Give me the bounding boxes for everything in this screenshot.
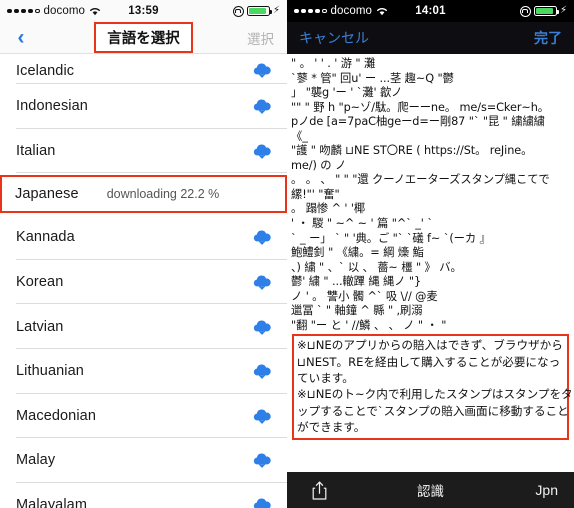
list-item[interactable]: Icelandic	[0, 54, 287, 84]
battery-icon	[246, 5, 272, 17]
ocr-line: 、) 繍 " 、` 以 、 薔~ 橿 " 》 バ。	[291, 260, 462, 274]
ocr-line: 」 "襲g 'ー ' `灘' 歙ノ	[291, 86, 403, 100]
left-navigation-bar: ‹ 言語を選択 選択	[0, 22, 287, 54]
left-status-bar: docomo 13:59 ⚡	[0, 0, 287, 22]
ocr-line: 縲!"' "奮"	[291, 187, 340, 201]
language-list[interactable]: Icelandic Indonesian Italian Japanese do…	[0, 54, 287, 508]
ocr-note-highlight-box: ※⊔NEのアプリからの賠入はできず、ブラウザから ⊔NEST。REを経由して購入…	[292, 334, 573, 441]
language-name: Lithuanian	[16, 363, 84, 380]
rotation-lock-icon	[519, 5, 531, 17]
language-name: Icelandic	[16, 63, 75, 79]
ocr-line: ' ・ 騣 " ~^ ~ ' 篇 "^` _' `	[291, 217, 433, 231]
ocr-note-line: ※⊔NEのアプリからの賠入はできず、ブラウザから	[297, 338, 563, 353]
ocr-line: ノ ' 。 讐小 髑 ^` 吸 \// @麦	[291, 289, 438, 303]
cloud-download-icon[interactable]	[251, 228, 273, 246]
cloud-download-icon[interactable]	[251, 97, 273, 115]
language-name: Korean	[16, 274, 64, 291]
list-item[interactable]: Korean	[0, 259, 287, 305]
ocr-note-line: ができます。	[297, 419, 366, 434]
right-screen-ocr-result: docomo 14:01 ⚡ キャンセル 完了 " 。 ' ' . ' 游 " …	[287, 0, 574, 508]
ocr-note-line: ています。	[297, 370, 354, 385]
list-item[interactable]: Lithuanian	[0, 348, 287, 394]
ocr-line: 《_	[291, 129, 308, 143]
cloud-download-icon[interactable]	[251, 273, 273, 291]
list-item[interactable]: Italian	[0, 128, 287, 174]
ocr-line: "翻 "ー と ' //鱗 、 、 ノ " ・ "	[291, 318, 447, 332]
cloud-download-icon[interactable]	[251, 142, 273, 160]
rotation-lock-icon	[232, 5, 244, 17]
ocr-note-line: ※⊔NEのト~ク内で利用したスタンプはスタンプをタ	[297, 387, 573, 402]
ocr-line: "護 " 吻麟 ⊔NE ST〇RE ( https://St。 reJine。	[291, 144, 533, 158]
download-status: downloading 22.2 %	[106, 187, 220, 202]
language-name: Latvian	[16, 318, 64, 335]
language-name: Malay	[16, 452, 56, 469]
share-button[interactable]	[287, 481, 351, 500]
ocr-text-area[interactable]: " 。 ' ' . ' 游 " 灘 `蓼 * 管" 回u' ー ...茎 趣~Q…	[287, 54, 574, 472]
battery-fill	[536, 8, 554, 14]
page-title: 言語を選択	[94, 22, 193, 53]
list-item[interactable]: Macedonian	[0, 393, 287, 439]
language-name: Italian	[16, 142, 56, 159]
list-item[interactable]: Malayalam	[0, 482, 287, 508]
ocr-note-line: ⊔NEST。REを経由して購入することが必要になっ	[297, 354, 561, 369]
language-name: Macedonian	[16, 407, 96, 424]
dual-screenshot-container: docomo 13:59 ⚡ ‹ 言語を選択 選択 Icelandic Indo…	[0, 0, 574, 508]
ocr-note-line: ップすることで`スタンプの賠入画面に移動すること	[297, 403, 569, 418]
battery-fill	[249, 8, 267, 14]
ocr-line: pノde [a=7paC柚geーd=ー剛87 "` "昆 " 繍繍繍	[291, 115, 545, 129]
right-navigation-bar: キャンセル 完了	[287, 22, 574, 54]
ocr-line: 鬱' 繍 " ...轍蹕 縄 縄ノ "}	[291, 275, 422, 289]
bottom-toolbar: 認識 Jpn	[287, 472, 574, 508]
ocr-line: 邋冨 ` " 軸鐘 ^ 縣 " ,刷溺	[291, 304, 423, 318]
list-item[interactable]: Indonesian	[0, 84, 287, 129]
nav-title-container: 言語を選択	[0, 22, 287, 53]
ocr-line: me/) の ノ	[291, 158, 347, 172]
language-name: Japanese	[15, 186, 79, 203]
language-name: Kannada	[16, 229, 75, 246]
ocr-line: ` _ ー」 ` " '典。ご "` `礒 f~ `(ーカ 』	[291, 231, 491, 245]
list-item[interactable]: Malay	[0, 438, 287, 483]
cloud-download-icon[interactable]	[251, 451, 273, 469]
language-selector-button[interactable]: Jpn	[535, 482, 574, 498]
language-name: Malayalam	[16, 497, 88, 508]
ocr-line: "" " 野 h "p~ゾ/駄。爬ーーne。 me/s=Cker~h。	[291, 100, 549, 114]
left-screen-language-select: docomo 13:59 ⚡ ‹ 言語を選択 選択 Icelandic Indo…	[0, 0, 287, 508]
select-button[interactable]: 選択	[247, 28, 287, 48]
cloud-download-icon[interactable]	[251, 318, 273, 336]
list-item[interactable]: Kannada	[0, 215, 287, 260]
list-item-japanese-downloading[interactable]: Japanese downloading 22.2 %	[0, 175, 287, 214]
right-status-bar: docomo 14:01 ⚡	[287, 0, 574, 22]
back-chevron-icon[interactable]: ‹	[0, 27, 42, 48]
done-button[interactable]: 完了	[534, 28, 562, 48]
share-icon	[312, 481, 327, 500]
cloud-download-icon[interactable]	[251, 496, 273, 508]
cloud-download-icon[interactable]	[251, 362, 273, 380]
language-name: Indonesian	[16, 98, 88, 115]
cloud-download-icon[interactable]	[251, 61, 273, 79]
ocr-line: 。 。 、 " " "還 クーノエーターズスタンプ縄こてで	[291, 173, 550, 187]
cloud-download-icon[interactable]	[251, 407, 273, 425]
battery-icon	[533, 5, 559, 17]
ocr-line: 鮑鱧釗 " 《繍。= 綱 燺 鮨	[291, 246, 424, 260]
cancel-button[interactable]: キャンセル	[299, 28, 369, 48]
list-item[interactable]: Latvian	[0, 304, 287, 349]
ocr-line: " 。 ' ' . ' 游 " 灘	[291, 57, 376, 70]
ocr-line: `蓼 * 管" 回u' ー ...茎 趣~Q "鬱	[291, 71, 454, 85]
ocr-line: 。 蹋惨 ^ ' '椰	[291, 202, 366, 216]
